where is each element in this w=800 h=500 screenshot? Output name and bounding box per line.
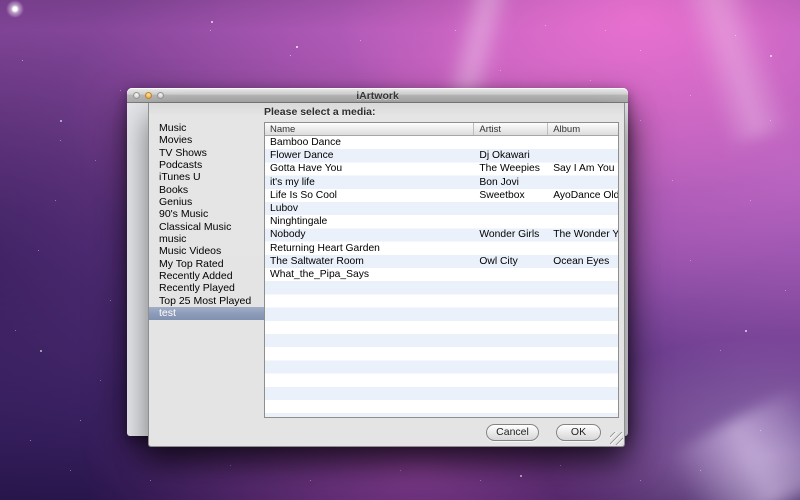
cell-artist: Owl City [479,255,518,267]
window-title: iArtwork [356,90,399,102]
cell-album [548,215,618,228]
sidebar-item-itunes-u[interactable]: iTunes U [149,171,264,183]
cell-artist: Bon Jovi [479,176,519,188]
table-row[interactable]: Life Is So Cool Sweetbox AyoDance Old... [265,189,618,202]
sidebar-item-genius[interactable]: Genius [149,196,264,208]
cell-name: Returning Heart Garden [270,242,380,254]
bright-star [6,0,24,18]
cell-name: it's my life [270,176,315,188]
sidebar-item-podcasts[interactable]: Podcasts [149,159,264,171]
table-row[interactable]: Bamboo Dance [265,136,618,149]
cell-name: Ninghtingale [270,216,328,228]
sidebar-item-classical-music[interactable]: Classical Music [149,221,264,233]
cell-album [548,136,618,149]
sidebar-item-test[interactable]: test [149,307,264,320]
sidebar-item-90-s-music[interactable]: 90's Music [149,208,264,220]
cell-name: Lubov [270,202,299,214]
column-header-name[interactable]: Name [265,123,475,135]
table-body[interactable]: Bamboo Dance Flower Dance Dj Okawari Gotta … [265,136,618,417]
cell-album: AyoDance Old... [553,189,618,201]
cell-artist: Wonder Girls [479,229,540,241]
table-row[interactable]: What_the_Pipa_Says [265,268,618,281]
title-bar[interactable]: iArtwork [127,88,628,103]
cell-artist: The Weepies [479,163,540,175]
table-row[interactable]: Returning Heart Garden [265,242,618,255]
sidebar-item-top-25-most-played[interactable]: Top 25 Most Played [149,295,264,307]
sidebar-item-my-top-rated[interactable]: My Top Rated [149,258,264,270]
table-row[interactable]: Nobody Wonder Girls The Wonder Y... [265,228,618,241]
cell-artist: Sweetbox [479,189,525,201]
cell-name: Gotta Have You [270,163,343,175]
cell-name: Flower Dance [270,150,334,162]
sidebar-item-recently-played[interactable]: Recently Played [149,282,264,294]
cell-album: Say I Am You [553,163,615,175]
cell-album [548,202,618,215]
table-header-row: Name Artist Album [265,123,618,136]
cell-album [548,242,618,255]
sidebar-item-music[interactable]: Music [149,122,264,134]
resize-grip-icon[interactable] [610,432,623,445]
sidebar-item-tv-shows[interactable]: TV Shows [149,147,264,159]
cell-name: Nobody [270,229,306,241]
playlist-sidebar: Music Movies TV Shows Podcasts iTunes U Books… [149,122,264,422]
media-select-dialog: Please select a media: Music Movies TV Sho… [148,103,625,447]
cell-artist [474,136,548,149]
aurora-beam [666,385,800,500]
sidebar-item-music[interactable]: music [149,233,264,245]
cell-artist [474,268,548,281]
cell-album [548,176,618,189]
aurora-beam [676,0,794,147]
cell-artist [474,215,548,228]
cell-artist [474,242,548,255]
star-field [0,0,2,2]
desktop-wallpaper: iArtwork Select Media Please select a me… [0,0,800,500]
cell-artist: Dj Okawari [479,150,530,162]
table-row[interactable]: Flower Dance Dj Okawari [265,149,618,162]
cell-album [548,268,618,281]
sidebar-item-books[interactable]: Books [149,184,264,196]
table-row[interactable]: Ninghtingale [265,215,618,228]
media-table: Name Artist Album Bamboo Dance Flower Dance… [264,122,619,418]
cell-name: What_the_Pipa_Says [270,268,370,280]
column-header-artist[interactable]: Artist [474,123,549,135]
table-row[interactable]: it's my life Bon Jovi [265,176,618,189]
ok-button[interactable]: OK [556,424,601,441]
cell-name: The Saltwater Room [270,255,364,267]
sidebar-item-movies[interactable]: Movies [149,134,264,146]
sidebar-item-recently-added[interactable]: Recently Added [149,270,264,282]
cell-name: Life Is So Cool [270,189,337,201]
dialog-prompt: Please select a media: [264,106,376,118]
cell-artist [474,202,548,215]
column-header-album[interactable]: Album [548,123,618,135]
table-row[interactable]: Lubov [265,202,618,215]
cell-album: The Wonder Y... [553,229,618,241]
cancel-button[interactable]: Cancel [486,424,539,441]
cell-album [548,149,618,162]
cell-name: Bamboo Dance [270,137,341,148]
cell-album: Ocean Eyes [553,255,610,267]
sidebar-item-music-videos[interactable]: Music Videos [149,245,264,257]
table-row[interactable]: The Saltwater Room Owl City Ocean Eyes [265,255,618,268]
table-row[interactable]: Gotta Have You The Weepies Say I Am You [265,162,618,175]
